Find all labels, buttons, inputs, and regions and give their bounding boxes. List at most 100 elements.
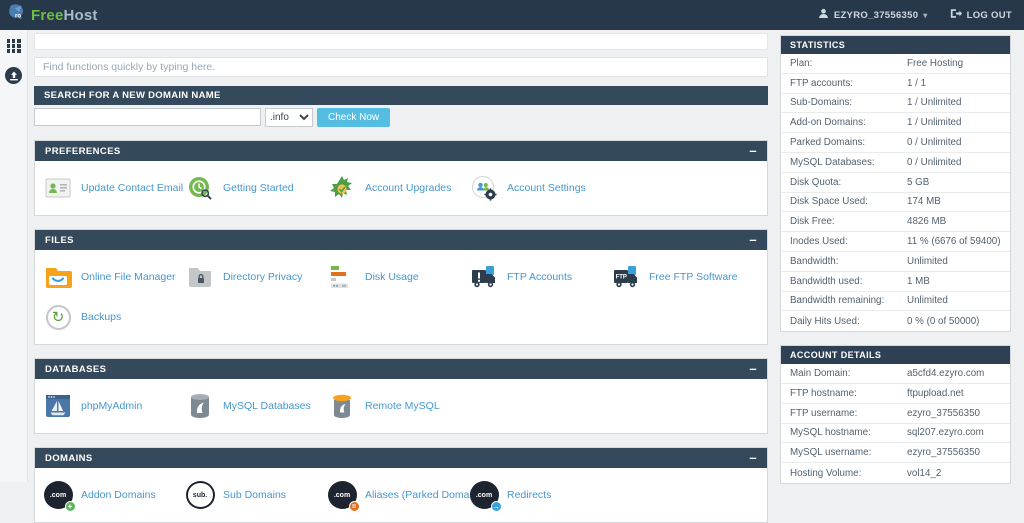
item-label: Addon Domains (81, 489, 156, 501)
stat-row-parked-domains: Parked Domains: 0 / Unlimited (781, 133, 1010, 153)
item-label: Sub Domains (223, 489, 286, 501)
contact-email-icon (43, 174, 73, 202)
domain-search-input[interactable] (34, 108, 261, 126)
tld-select[interactable]: .info (265, 108, 313, 127)
statistics-header: STATISTICS (781, 36, 1010, 54)
addon-domains-icon: .com + (43, 481, 73, 509)
item-label: Account Upgrades (365, 182, 451, 194)
item-sub-domains[interactable]: sub. Sub Domains (185, 475, 327, 515)
stat-row-addon-domains: Add-on Domains: 1 / Unlimited (781, 113, 1010, 133)
item-label: phpMyAdmin (81, 400, 142, 412)
preferences-panel: PREFERENCES – Update Contact Email (34, 140, 768, 216)
item-label: Free FTP Software (649, 271, 738, 283)
files-title: FILES (45, 235, 74, 246)
logout-label: LOG OUT (967, 10, 1012, 21)
stat-row-daily-hits: Daily Hits Used: 0 % (0 of 50000) (781, 311, 1010, 331)
user-icon (818, 8, 829, 22)
disk-usage-icon (327, 263, 357, 291)
getting-started-icon (185, 174, 215, 202)
upload-icon[interactable] (5, 67, 22, 84)
aliases-icon: .com = (327, 481, 357, 509)
stat-row-sub-domains: Sub-Domains: 1 / Unlimited (781, 94, 1010, 114)
stat-row-mysql-databases: MySQL Databases: 0 / Unlimited (781, 153, 1010, 173)
item-update-contact-email[interactable]: Update Contact Email (43, 168, 185, 208)
brand-text-host: Host (64, 7, 98, 24)
domains-panel: DOMAINS – .com + Addon Domains sub. Sub … (34, 447, 768, 523)
stat-row-disk-free: Disk Free: 4826 MB (781, 212, 1010, 232)
directory-privacy-icon (185, 263, 215, 291)
logout-button[interactable]: LOG OUT (950, 8, 1012, 22)
sub-domains-icon: sub. (185, 481, 215, 509)
stat-row-disk-quota: Disk Quota: 5 GB (781, 173, 1010, 193)
collapse-icon[interactable]: – (749, 235, 757, 245)
domains-title: DOMAINS (45, 453, 93, 464)
item-addon-domains[interactable]: .com + Addon Domains (43, 475, 185, 515)
phpmyadmin-icon (43, 392, 73, 420)
stat-row-ftp-accounts: FTP accounts: 1 / 1 (781, 74, 1010, 94)
item-label: FTP Accounts (507, 271, 572, 283)
right-sidebar: STATISTICS Plan: Free Hosting FTP accoun… (780, 35, 1011, 497)
item-account-settings[interactable]: Account Settings (469, 168, 611, 208)
account-details-card: ACCOUNT DETAILS Main Domain: a5cfd4.ezyr… (780, 345, 1011, 484)
domain-search-form: .info Check Now (34, 107, 768, 127)
item-label: Backups (81, 311, 121, 323)
ftp-accounts-icon (469, 263, 499, 291)
user-account-menu[interactable]: EZYRO_37556350 ▾ (818, 8, 928, 22)
chevron-down-icon: ▾ (923, 11, 927, 20)
item-disk-usage[interactable]: Disk Usage (327, 257, 469, 297)
item-getting-started[interactable]: Getting Started (185, 168, 327, 208)
arrow-badge-icon: → (491, 501, 502, 512)
collapse-icon[interactable]: – (749, 364, 757, 374)
banner-placeholder (34, 33, 768, 50)
detail-row-ftp-username: FTP username: ezyro_37556350 (781, 404, 1010, 424)
detail-row-mysql-hostname: MySQL hostname: sql207.ezyro.com (781, 424, 1010, 444)
item-redirects[interactable]: .com → Redirects (469, 475, 611, 515)
collapse-icon[interactable]: – (749, 453, 757, 463)
item-backups[interactable]: ↻ Backups (43, 297, 185, 337)
item-remote-mysql[interactable]: Remote MySQL (327, 386, 469, 426)
svg-text:FTP: FTP (616, 275, 627, 281)
item-label: Update Contact Email (81, 182, 183, 194)
collapse-icon[interactable]: – (749, 146, 757, 156)
remote-mysql-icon (327, 392, 357, 420)
item-label: Remote MySQL (365, 400, 440, 412)
quick-find (34, 57, 768, 77)
left-icon-rail (0, 30, 28, 482)
detail-row-hosting-volume: Hosting Volume: vol14_2 (781, 463, 1010, 483)
item-label: Directory Privacy (223, 271, 302, 283)
preferences-title: PREFERENCES (45, 146, 121, 157)
mysql-databases-icon (185, 392, 215, 420)
preferences-panel-header[interactable]: PREFERENCES – (35, 141, 767, 161)
item-phpmyadmin[interactable]: phpMyAdmin (43, 386, 185, 426)
stat-row-inodes-used: Inodes Used: 11 % (6676 of 59400) (781, 232, 1010, 252)
databases-panel: DATABASES – phpMyAdmin (34, 358, 768, 434)
brand-logo[interactable]: ro FreeHost (7, 2, 98, 28)
files-panel-header[interactable]: FILES – (35, 230, 767, 250)
item-aliases[interactable]: .com = Aliases (Parked Domains) (327, 475, 469, 515)
item-label: MySQL Databases (223, 400, 311, 412)
quick-find-input[interactable] (34, 57, 768, 77)
equals-badge-icon: = (349, 501, 360, 512)
svg-text:ro: ro (15, 13, 21, 20)
free-ftp-software-icon: FTP (611, 263, 641, 291)
apps-grid-icon[interactable] (7, 39, 21, 53)
item-free-ftp-software[interactable]: FTP Free FTP Software (611, 257, 753, 297)
item-label: Getting Started (223, 182, 294, 194)
databases-panel-header[interactable]: DATABASES – (35, 359, 767, 379)
check-now-button[interactable]: Check Now (317, 108, 390, 127)
item-directory-privacy[interactable]: Directory Privacy (185, 257, 327, 297)
account-settings-icon (469, 174, 499, 202)
item-label: Online File Manager (81, 271, 176, 283)
backup-arrow-glyph: ↻ (46, 305, 71, 330)
stat-row-bandwidth: Bandwidth: Unlimited (781, 252, 1010, 272)
item-online-file-manager[interactable]: Online File Manager (43, 257, 185, 297)
item-mysql-databases[interactable]: MySQL Databases (185, 386, 327, 426)
username-label: EZYRO_37556350 (834, 10, 918, 21)
statistics-card: STATISTICS Plan: Free Hosting FTP accoun… (780, 35, 1011, 332)
item-ftp-accounts[interactable]: FTP Accounts (469, 257, 611, 297)
item-label: Redirects (507, 489, 551, 501)
brand-text-free: Free (31, 7, 64, 24)
logout-icon (950, 8, 962, 22)
item-account-upgrades[interactable]: Account Upgrades (327, 168, 469, 208)
domains-panel-header[interactable]: DOMAINS – (35, 448, 767, 468)
